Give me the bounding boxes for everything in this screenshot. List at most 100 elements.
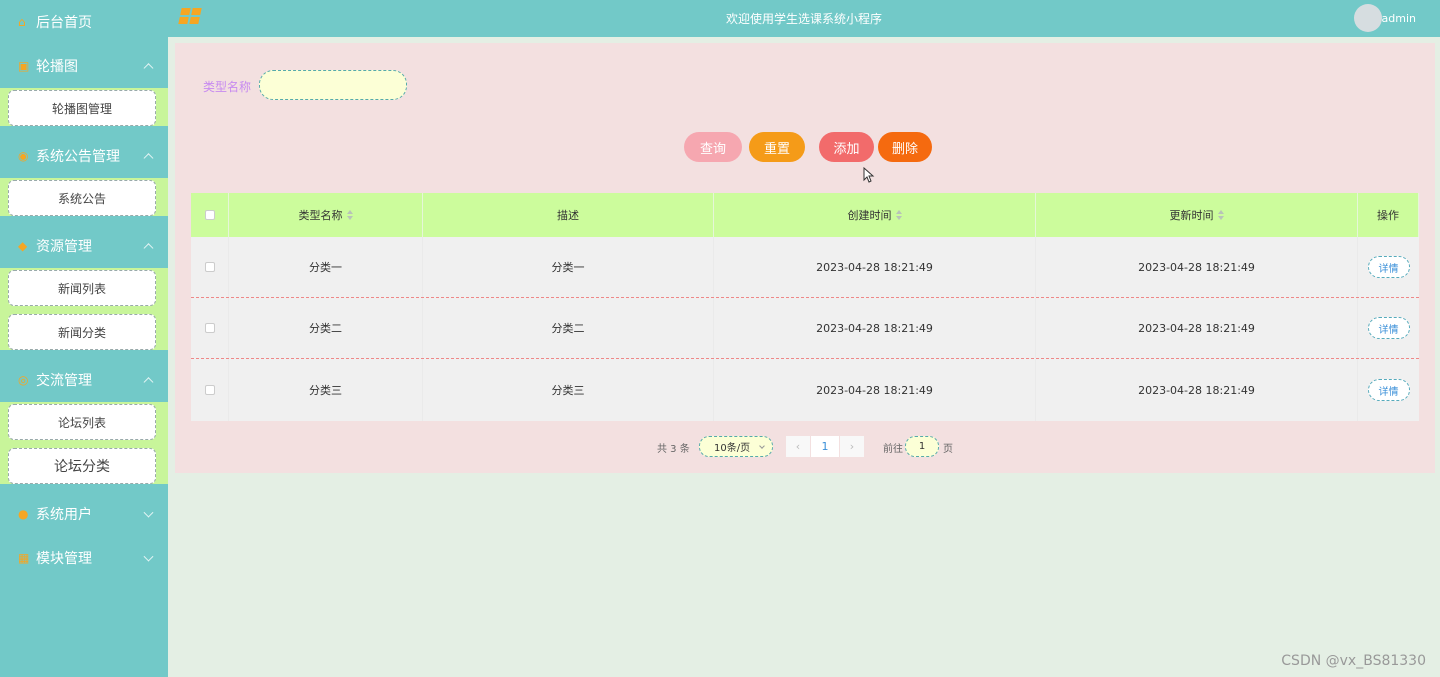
resource-icon: ◆	[18, 239, 28, 253]
user-name[interactable]: admin	[1382, 12, 1416, 25]
content-panel: 类型名称 查询 重置 添加 删除 类型名称 描述 创建时间 更新时间 操作 分类…	[175, 43, 1435, 473]
cell-type-name: 分类二	[229, 298, 423, 358]
sort-icon[interactable]	[346, 210, 353, 220]
cell-created-time: 2023-04-28 18:21:49	[714, 298, 1036, 358]
add-button[interactable]: 添加	[819, 132, 874, 162]
cell-actions: 详情	[1358, 298, 1419, 358]
row-select-cell	[191, 237, 229, 297]
menu-modules-label: 模块管理	[36, 551, 92, 567]
prev-page-button[interactable]: ‹	[786, 436, 810, 457]
submenu-item-news-category[interactable]: 新闻分类	[8, 314, 156, 350]
data-table: 类型名称 描述 创建时间 更新时间 操作 分类一 分类一 2023-04-28 …	[191, 193, 1419, 421]
pagination-total: 共 3 条	[657, 444, 690, 455]
header-actions: 操作	[1358, 193, 1419, 237]
menu-modules[interactable]: ▦ 模块管理	[0, 536, 168, 580]
select-all-checkbox[interactable]	[204, 210, 215, 220]
cell-updated-time: 2023-04-28 18:21:49	[1036, 298, 1358, 358]
chevron-left-icon: ‹	[795, 440, 801, 453]
next-page-button[interactable]: ›	[840, 436, 864, 457]
cell-updated-time: 2023-04-28 18:21:49	[1036, 237, 1358, 297]
row-select-cell	[191, 359, 229, 421]
header-type-name[interactable]: 类型名称	[229, 193, 423, 237]
chevron-right-icon: ›	[849, 440, 855, 453]
header-label: 类型名称	[298, 209, 343, 222]
table-row: 分类三 分类三 2023-04-28 18:21:49 2023-04-28 1…	[191, 359, 1419, 421]
detail-button[interactable]: 详情	[1367, 317, 1410, 339]
row-checkbox[interactable]	[204, 262, 215, 272]
image-icon: ▣	[18, 59, 30, 73]
menu-community-label: 交流管理	[36, 373, 92, 389]
detail-button[interactable]: 详情	[1367, 256, 1410, 278]
goto-page-input[interactable]: 1	[905, 436, 939, 457]
top-bar: 欢迎使用学生选课系统小程序 admin	[168, 0, 1440, 37]
table-row: 分类一 分类一 2023-04-28 18:21:49 2023-04-28 1…	[191, 237, 1419, 298]
avatar[interactable]	[1354, 4, 1382, 32]
submenu-item-carousel-manage[interactable]: 轮播图管理	[8, 90, 156, 126]
user-icon: ●	[18, 507, 29, 521]
chevron-down-icon	[759, 443, 765, 449]
row-select-cell	[191, 298, 229, 358]
chevron-up-icon	[143, 153, 154, 164]
cursor-icon	[863, 167, 875, 183]
header-created-time[interactable]: 创建时间	[714, 193, 1036, 237]
menu-home[interactable]: ⌂ 后台首页	[0, 0, 168, 44]
menu-notice[interactable]: ◉ 系统公告管理	[0, 134, 168, 178]
cell-description: 分类一	[423, 237, 714, 297]
page-title: 欢迎使用学生选课系统小程序	[725, 12, 882, 26]
menu-notice-label: 系统公告管理	[36, 149, 120, 165]
header-updated-time[interactable]: 更新时间	[1036, 193, 1358, 237]
chevron-down-icon	[143, 551, 154, 562]
submenu-community: 论坛列表 论坛分类	[0, 402, 168, 484]
page-number[interactable]: 1	[811, 436, 839, 457]
sort-icon[interactable]	[1217, 210, 1224, 220]
sidebar: ⌂ 后台首页 ▣ 轮播图 轮播图管理 ◉ 系统公告管理 系统公告 ◆ 资源管理 …	[0, 0, 168, 677]
sort-icon[interactable]	[895, 210, 902, 220]
chevron-up-icon	[143, 63, 154, 74]
chevron-down-icon	[143, 507, 154, 518]
submenu-carousel: 轮播图管理	[0, 88, 168, 126]
cell-actions: 详情	[1358, 359, 1419, 421]
header-label: 创建时间	[847, 209, 892, 222]
menu-users-label: 系统用户	[36, 507, 92, 523]
chat-icon: ◎	[18, 373, 29, 387]
header-description: 描述	[423, 193, 714, 237]
cell-description: 分类二	[423, 298, 714, 358]
home-icon: ⌂	[18, 15, 26, 29]
cell-type-name: 分类三	[229, 359, 423, 421]
cell-updated-time: 2023-04-28 18:21:49	[1036, 359, 1358, 421]
menu-carousel-label: 轮播图	[36, 59, 78, 75]
menu-users[interactable]: ● 系统用户	[0, 492, 168, 536]
select-all-cell	[191, 193, 229, 237]
watermark: CSDN @vx_BS81330	[1281, 653, 1426, 669]
pagination: 共 3 条 10条/页 ‹ 1 › 前往 1 页	[175, 436, 1435, 458]
row-checkbox[interactable]	[204, 323, 215, 333]
detail-button[interactable]: 详情	[1367, 379, 1410, 401]
submenu-item-forum-category[interactable]: 论坛分类	[8, 448, 156, 484]
query-button[interactable]: 查询	[684, 132, 742, 162]
menu-home-label: 后台首页	[36, 15, 92, 31]
submenu-item-system-notice[interactable]: 系统公告	[8, 180, 156, 216]
menu-community[interactable]: ◎ 交流管理	[0, 358, 168, 402]
menu-resource[interactable]: ◆ 资源管理	[0, 224, 168, 268]
submenu-resource: 新闻列表 新闻分类	[0, 268, 168, 350]
notice-icon: ◉	[18, 149, 29, 163]
header-label: 描述	[557, 209, 579, 222]
menu-carousel[interactable]: ▣ 轮播图	[0, 44, 168, 88]
delete-button[interactable]: 删除	[878, 132, 932, 162]
cell-created-time: 2023-04-28 18:21:49	[714, 359, 1036, 421]
type-name-input[interactable]	[259, 70, 407, 100]
chevron-up-icon	[143, 377, 154, 388]
table-header: 类型名称 描述 创建时间 更新时间 操作	[191, 193, 1419, 237]
cell-description: 分类三	[423, 359, 714, 421]
menu-resource-label: 资源管理	[36, 239, 92, 255]
cell-type-name: 分类一	[229, 237, 423, 297]
goto-unit: 页	[943, 444, 953, 455]
table-row: 分类二 分类二 2023-04-28 18:21:49 2023-04-28 1…	[191, 298, 1419, 359]
page-size-select[interactable]: 10条/页	[699, 436, 773, 457]
submenu-item-forum-list[interactable]: 论坛列表	[8, 404, 156, 440]
reset-button[interactable]: 重置	[749, 132, 805, 162]
submenu-item-news-list[interactable]: 新闻列表	[8, 270, 156, 306]
search-label: 类型名称	[203, 80, 252, 94]
submenu-notice: 系统公告	[0, 178, 168, 216]
row-checkbox[interactable]	[204, 385, 215, 395]
